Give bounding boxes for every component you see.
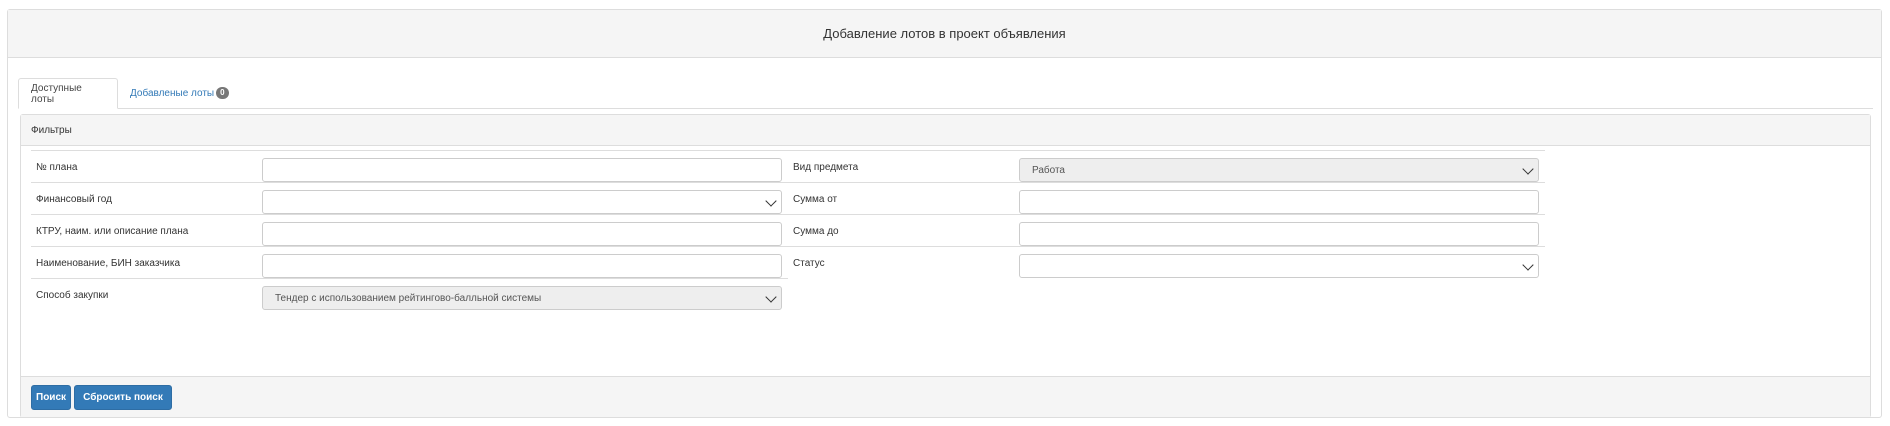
procurement-method-label: Способ закупки <box>36 290 109 301</box>
customer-label: Наименование, БИН заказчика <box>36 258 181 269</box>
fiscal-year-select[interactable] <box>262 190 782 214</box>
chevron-down-icon <box>1522 259 1534 271</box>
filters-heading: Фильтры <box>21 115 1870 146</box>
main-panel: Добавление лотов в проект объявления Дос… <box>7 9 1882 418</box>
chevron-down-icon <box>1522 163 1534 175</box>
reset-search-button[interactable]: Сбросить поиск <box>74 385 172 410</box>
tab-added-lots[interactable]: Добавленые лоты 0 <box>118 78 241 108</box>
procurement-method-select[interactable]: Тендер с использованием рейтингово-балль… <box>262 286 782 310</box>
fiscal-year-label: Финансовый год <box>36 194 112 205</box>
ktru-input[interactable] <box>262 222 782 246</box>
filter-row-status: Статус <box>788 246 1545 284</box>
filters-title: Фильтры <box>31 124 72 136</box>
tab-added-lots-label: Добавленые лоты <box>130 87 215 99</box>
subject-type-label: Вид предмета <box>793 162 859 173</box>
status-select[interactable] <box>1019 254 1539 278</box>
subject-type-select[interactable]: Работа <box>1019 158 1539 182</box>
subject-type-value: Работа <box>1032 164 1065 176</box>
chevron-down-icon <box>765 291 777 303</box>
filter-row-procurement-method: Способ закупки Тендер с использованием р… <box>31 278 788 316</box>
amount-from-input[interactable] <box>1019 190 1539 214</box>
search-button[interactable]: Поиск <box>31 385 71 410</box>
amount-to-label: Сумма до <box>793 226 839 237</box>
plan-number-label: № плана <box>36 162 78 173</box>
amount-to-input[interactable] <box>1019 222 1539 246</box>
amount-from-label: Сумма от <box>793 194 838 205</box>
status-label: Статус <box>793 258 825 269</box>
page-title: Добавление лотов в проект объявления <box>8 10 1881 58</box>
tab-available-lots[interactable]: Доступные лоты <box>18 78 118 109</box>
page-title-text: Добавление лотов в проект объявления <box>823 26 1066 41</box>
filters-footer: Поиск Сбросить поиск <box>21 376 1870 417</box>
tab-available-lots-label: Доступные лоты <box>31 82 82 105</box>
customer-input[interactable] <box>262 254 782 278</box>
procurement-method-value: Тендер с использованием рейтингово-балль… <box>275 292 542 304</box>
filters-panel: Фильтры № плана Финансовый год КТРУ, наи… <box>20 114 1871 418</box>
tab-bar: Доступные лоты Добавленые лоты 0 <box>18 68 1873 109</box>
chevron-down-icon <box>765 195 777 207</box>
ktru-label: КТРУ, наим. или описание плана <box>36 226 189 237</box>
added-lots-count-badge: 0 <box>216 87 229 99</box>
plan-number-input[interactable] <box>262 158 782 182</box>
